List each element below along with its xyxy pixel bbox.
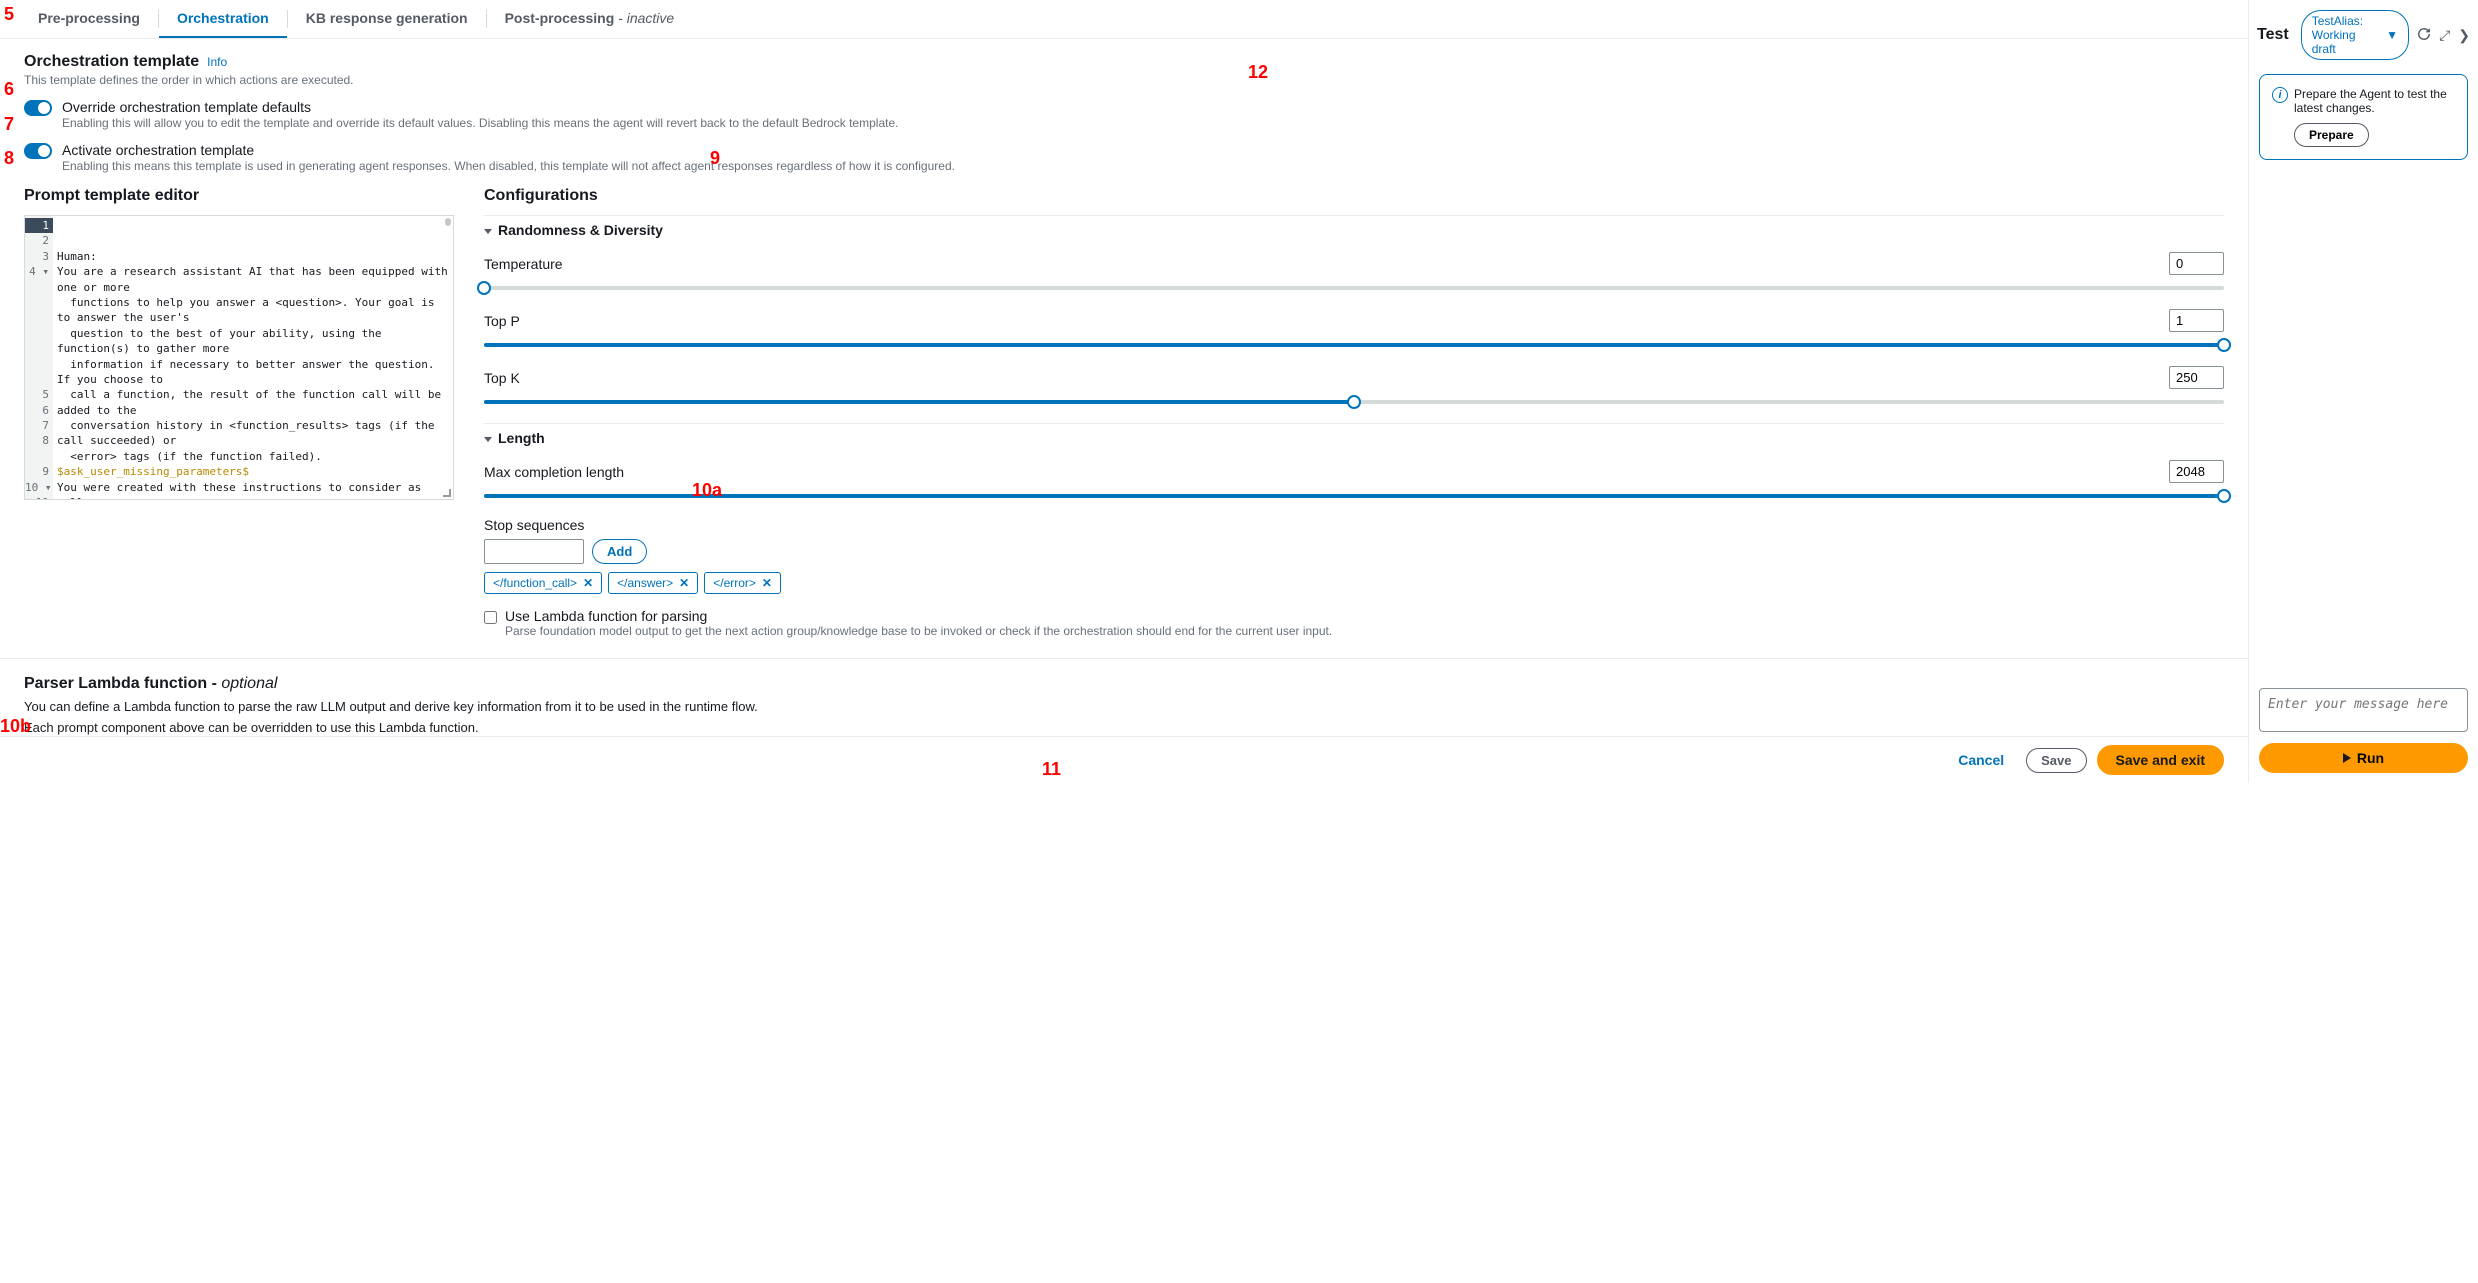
token-remove-icon[interactable]: ✕ (762, 576, 772, 590)
info-link[interactable]: Info (207, 55, 227, 69)
chevron-right-icon[interactable]: ❯ (2458, 27, 2470, 44)
save-exit-button[interactable]: Save and exit (2097, 745, 2225, 775)
alias-dropdown[interactable]: TestAlias: Working draft ▼ (2301, 10, 2409, 60)
stop-token: </error>✕ (704, 572, 781, 594)
temperature-input[interactable] (2169, 252, 2224, 275)
override-toggle[interactable] (24, 100, 52, 116)
tab-preprocessing[interactable]: Pre-processing (20, 0, 158, 38)
maxlen-input[interactable] (2169, 460, 2224, 483)
stop-token: </function_call>✕ (484, 572, 602, 594)
cancel-button[interactable]: Cancel (1946, 746, 2016, 774)
topp-input[interactable] (2169, 309, 2224, 332)
test-message-input[interactable] (2259, 688, 2468, 732)
stopseq-add-button[interactable]: Add (592, 539, 647, 564)
activate-desc: Enabling this means this template is use… (62, 159, 2224, 173)
temperature-slider[interactable] (484, 281, 2224, 295)
code-editor[interactable]: 1234 ▾ 5678 9 10 ▾11 12 ▾13 ▾14 ▾ Human:… (24, 215, 454, 500)
topp-slider[interactable] (484, 338, 2224, 352)
maxlen-slider[interactable] (484, 489, 2224, 503)
topk-slider[interactable] (484, 395, 2224, 409)
parser-title: Parser Lambda function - optional (24, 675, 2224, 693)
token-remove-icon[interactable]: ✕ (679, 576, 689, 590)
run-button[interactable]: Run (2259, 743, 2468, 773)
override-label: Override orchestration template defaults (62, 99, 2224, 115)
stopseq-input[interactable] (484, 539, 584, 564)
randomness-header[interactable]: Randomness & Diversity (484, 216, 2224, 244)
tab-kb-response[interactable]: KB response generation (288, 0, 486, 38)
tab-postprocessing[interactable]: Post-processing - inactive (487, 0, 693, 38)
override-desc: Enabling this will allow you to edit the… (62, 116, 2224, 130)
editor-title: Prompt template editor (24, 187, 454, 205)
play-icon (2343, 753, 2351, 763)
save-button[interactable]: Save (2026, 748, 2086, 773)
tab-bar: Pre-processing Orchestration KB response… (0, 0, 2248, 39)
resize-handle[interactable] (441, 487, 451, 497)
refresh-icon[interactable] (2417, 27, 2431, 44)
prepare-button[interactable]: Prepare (2294, 123, 2369, 147)
info-icon: i (2272, 87, 2288, 103)
footer: Cancel Save Save and exit (0, 736, 2248, 783)
length-header[interactable]: Length (484, 424, 2224, 452)
section-title: Orchestration template (24, 53, 199, 71)
tab-orchestration[interactable]: Orchestration (159, 0, 287, 38)
prepare-alert: i Prepare the Agent to test the latest c… (2259, 74, 2468, 160)
test-title: Test (2257, 26, 2289, 44)
lambda-parse-checkbox[interactable] (484, 611, 497, 624)
editor-content[interactable]: Human: You are a research assistant AI t… (53, 216, 453, 499)
editor-gutter: 1234 ▾ 5678 9 10 ▾11 12 ▾13 ▾14 ▾ (25, 216, 53, 499)
token-remove-icon[interactable]: ✕ (583, 576, 593, 590)
section-desc: This template defines the order in which… (24, 73, 2224, 87)
expand-icon[interactable]: ⤢ (2439, 27, 2450, 44)
activate-label: Activate orchestration template (62, 142, 2224, 158)
topk-input[interactable] (2169, 366, 2224, 389)
config-title: Configurations (484, 187, 2224, 205)
activate-toggle[interactable] (24, 143, 52, 159)
stop-token: </answer>✕ (608, 572, 698, 594)
